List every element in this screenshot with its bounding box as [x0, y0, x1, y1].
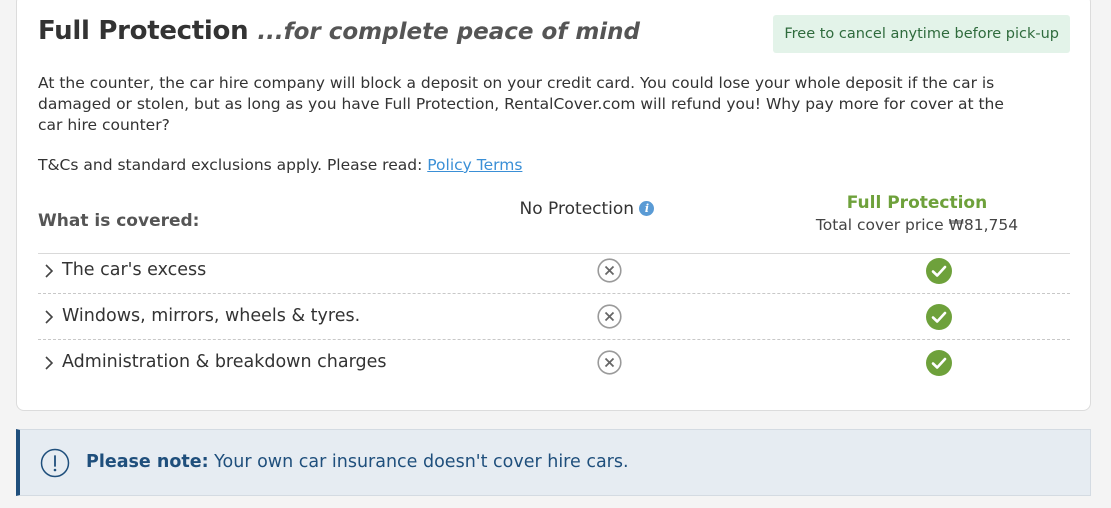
x-circle-icon — [597, 304, 622, 329]
coverage-row-label: The car's excess — [62, 260, 207, 280]
info-icon[interactable]: i — [639, 201, 655, 216]
coverage-row[interactable]: Administration & breakdown charges — [38, 340, 1070, 386]
what-is-covered-heading: What is covered: — [38, 211, 200, 231]
please-note-banner: Please note: Your own car insurance does… — [16, 429, 1091, 496]
coverage-row-label: Windows, mirrors, wheels & tyres. — [62, 306, 361, 326]
x-circle-icon — [597, 350, 622, 375]
chevron-right-icon[interactable] — [44, 309, 54, 325]
no-protection-label: No Protection — [519, 199, 635, 219]
terms-line: T&Cs and standard exclusions apply. Plea… — [38, 156, 522, 174]
page-title: Full Protection — [38, 16, 249, 46]
check-circle-icon — [926, 304, 952, 330]
exclamation-circle-icon — [40, 448, 70, 478]
x-circle-icon — [597, 258, 622, 283]
description-text: At the counter, the car hire company wil… — [38, 74, 1004, 134]
page-tagline: ...for complete peace of mind — [257, 19, 641, 45]
chevron-right-icon[interactable] — [44, 355, 54, 371]
title-row: Full Protection ...for complete peace of… — [38, 16, 640, 46]
coverage-row[interactable]: The car's excess — [38, 248, 1070, 294]
chevron-right-icon[interactable] — [44, 263, 54, 279]
full-protection-label: Full Protection — [846, 193, 988, 213]
policy-terms-link[interactable]: Policy Terms — [427, 156, 522, 174]
note-strong: Please note: — [86, 452, 209, 472]
coverage-row-label: Administration & breakdown charges — [62, 352, 387, 372]
note-text: Please note: Your own car insurance does… — [86, 452, 629, 472]
no-protection-header: No Protection i — [507, 199, 667, 219]
terms-text: T&Cs and standard exclusions apply. Plea… — [38, 156, 428, 174]
note-message: Your own car insurance doesn't cover hir… — [208, 452, 629, 472]
total-cover-price: Total cover price ₩81,754 — [815, 216, 1019, 234]
protection-card: Full Protection ...for complete peace of… — [16, 0, 1091, 411]
full-protection-header: Full Protection Total cover price ₩81,75… — [797, 193, 1037, 234]
free-cancel-badge: Free to cancel anytime before pick-up — [773, 15, 1070, 53]
coverage-row[interactable]: Windows, mirrors, wheels & tyres. — [38, 294, 1070, 340]
check-circle-icon — [926, 258, 952, 284]
check-circle-icon — [926, 350, 952, 376]
